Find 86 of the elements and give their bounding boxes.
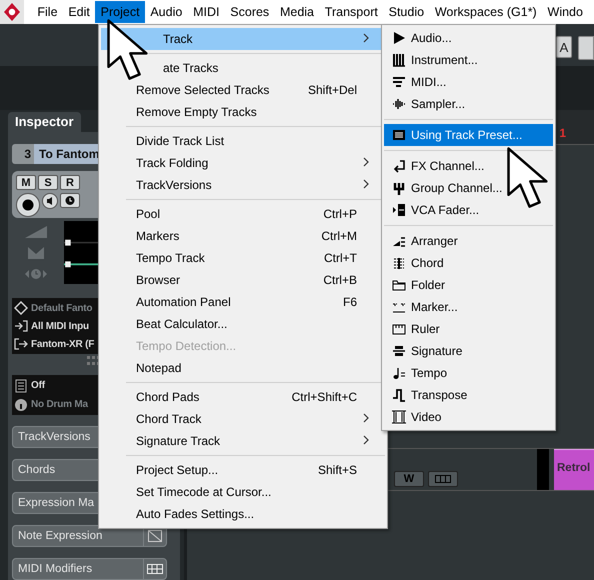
time-offset-icon [25, 268, 47, 280]
step-icon [392, 388, 406, 402]
grid-icon [435, 475, 451, 483]
menu-item[interactable]: Project [95, 1, 145, 23]
menu-item[interactable]: Browser Ctrl+B [101, 269, 385, 291]
clock-icon[interactable] [60, 193, 80, 208]
menu-item[interactable]: Sampler... [384, 93, 553, 115]
grid-icon [147, 564, 163, 574]
menu-item[interactable]: Transpose [384, 384, 553, 406]
menu-item[interactable]: Folder [384, 274, 553, 296]
chevron-icon [363, 435, 369, 445]
list-icon [14, 378, 28, 392]
menu-item[interactable]: Windo [542, 1, 588, 23]
ruler-icon [392, 322, 406, 336]
play-icon [392, 31, 406, 45]
menu-item[interactable]: Signature [384, 340, 553, 362]
menu-item[interactable]: Edit [62, 1, 96, 23]
menu-item[interactable]: Marker... [384, 296, 553, 318]
menu-item[interactable]: Using Track Preset... [384, 124, 553, 146]
menu-item[interactable]: Chord Pads Ctrl+Shift+C [101, 386, 385, 408]
output-icon [14, 337, 28, 351]
tab[interactable]: Inspector [8, 112, 81, 132]
drum-label[interactable]: Off [31, 380, 45, 391]
menu-item[interactable]: Instrument... [384, 49, 553, 71]
bars-icon [392, 75, 406, 89]
menu-item[interactable]: TrackVersions [101, 174, 385, 196]
menu-item[interactable]: File [32, 1, 63, 23]
menu-item[interactable]: Audio [144, 1, 188, 23]
menu-item[interactable]: Workspaces (G1*) [429, 1, 542, 23]
chevron-icon [363, 179, 369, 189]
menu-item[interactable]: Beat Calculator... [101, 313, 385, 335]
menu-item[interactable]: Remove Selected Tracks Shift+Del [101, 79, 385, 101]
menu-item[interactable]: Transport [319, 1, 384, 23]
hatched-square-icon [148, 530, 162, 542]
folder-icon [392, 278, 406, 292]
menu-item[interactable]: Pool Ctrl+P [101, 203, 385, 225]
record-icon [22, 199, 34, 211]
menu-item[interactable]: Studio [383, 1, 430, 23]
toolbar-button[interactable]: A [556, 36, 572, 58]
routing-label[interactable]: All MIDI Inpu [31, 320, 89, 332]
section-button[interactable]: Note Expression [12, 525, 167, 547]
bar-number: 1 [559, 126, 566, 140]
menu-item[interactable]: ate Tracks [101, 57, 385, 79]
note-icon [392, 366, 406, 380]
diamond-icon [14, 301, 28, 315]
menu-item[interactable]: Audio... [384, 27, 553, 49]
grid-button[interactable] [428, 471, 458, 487]
menu-item[interactable]: Arranger [384, 230, 553, 252]
menu-item[interactable]: Chord [384, 252, 553, 274]
lane-separator [537, 449, 549, 490]
menu-item[interactable]: Tempo [384, 362, 553, 384]
menu-item[interactable]: Tempo Track Ctrl+T [101, 247, 385, 269]
menu-item[interactable]: MIDI [188, 1, 225, 23]
channel-button[interactable]: S [38, 175, 58, 190]
menu-item[interactable]: Remove Empty Tracks [101, 101, 385, 123]
menu-item[interactable]: Markers Ctrl+M [101, 225, 385, 247]
menu-item[interactable]: Notepad [101, 357, 385, 379]
signature-icon [392, 344, 406, 358]
channel-button[interactable]: R [60, 175, 80, 190]
list-icon [392, 128, 406, 142]
section-button[interactable]: MIDI Modifiers [12, 558, 167, 580]
film-icon [392, 410, 406, 424]
menu-item[interactable]: Scores [224, 1, 275, 23]
chevron-icon [363, 413, 369, 423]
menu-item[interactable]: Video [384, 406, 553, 428]
pan-icon [28, 246, 44, 258]
fader-icon [392, 203, 406, 217]
return-arrow-icon [392, 159, 406, 173]
routing-label[interactable]: Fantom-XR (F [31, 338, 94, 350]
chevron-icon [363, 157, 369, 167]
chevron-icon [363, 33, 369, 43]
menu-item[interactable]: MIDI... [384, 71, 553, 93]
input-icon [14, 319, 28, 333]
waveform-icon [392, 97, 406, 111]
speaker-icon[interactable] [42, 193, 58, 209]
menu-item[interactable]: Ruler [384, 318, 553, 340]
lines-icon [392, 256, 406, 270]
menu-item[interactable]: Media [274, 1, 320, 23]
track-number: 3 [12, 144, 34, 164]
part-label: Retrol [557, 462, 590, 474]
volume-icon [25, 226, 47, 238]
menu-item[interactable]: Automation Panel F6 [101, 291, 385, 313]
record-button[interactable] [16, 193, 40, 217]
channel-button[interactable]: M [16, 175, 36, 190]
fork-icon [392, 181, 406, 195]
piano-keys-icon [392, 53, 406, 67]
